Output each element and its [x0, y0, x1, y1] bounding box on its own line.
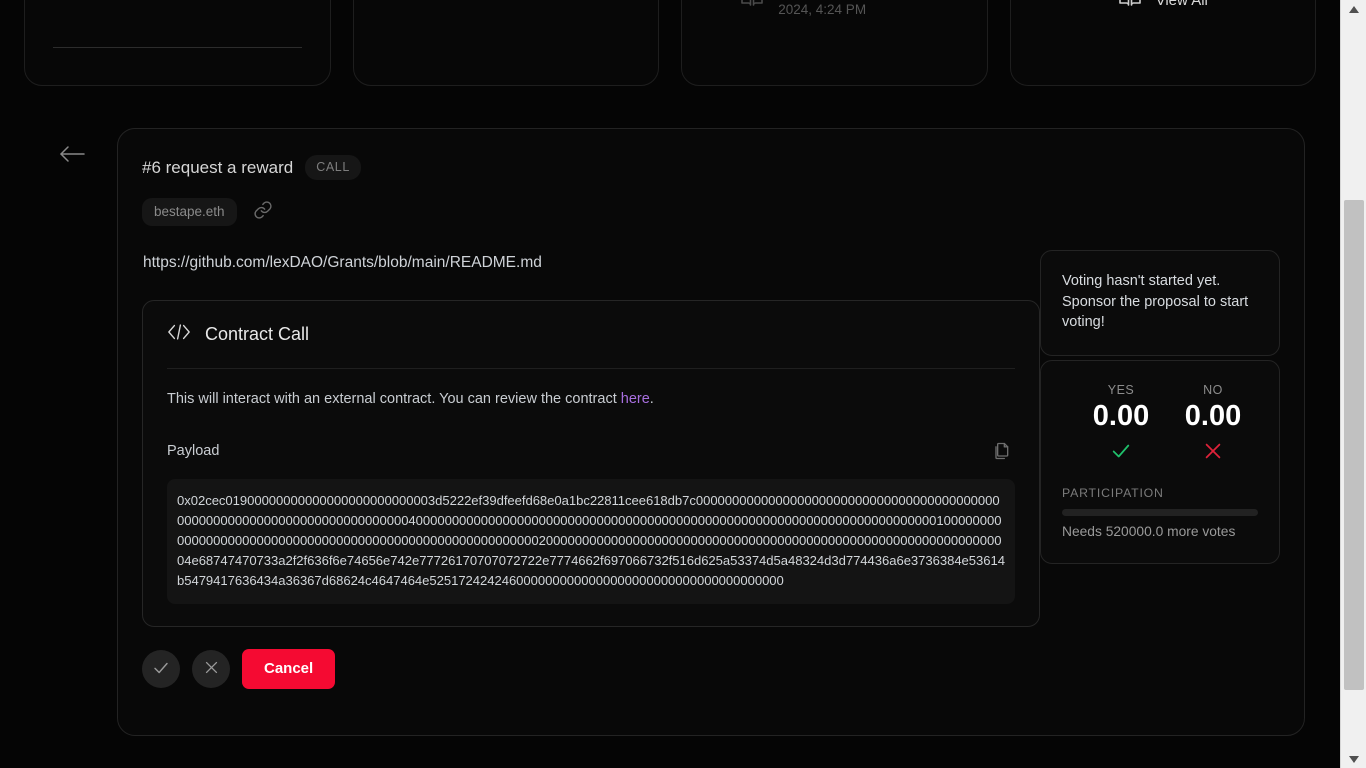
- book-icon: [1118, 0, 1142, 15]
- proposal-description-link[interactable]: https://github.com/lexDAO/Grants/blob/ma…: [143, 254, 1040, 272]
- yes-value: 0.00: [1092, 400, 1150, 432]
- scrollbar-thumb[interactable]: [1344, 200, 1364, 690]
- scrollbar-up-button[interactable]: [1341, 0, 1366, 18]
- last-updated-card[interactable]: Last updated May 10, 2024, 4:24 PM: [681, 0, 988, 86]
- view-all-label: View All: [1155, 0, 1208, 9]
- payload-value[interactable]: 0x02cec01900000000000000000000000003d522…: [167, 479, 1015, 605]
- needs-votes-text: Needs 520000.0 more votes: [1062, 524, 1236, 539]
- participation-label: PARTICIPATION: [1062, 486, 1164, 500]
- author-row: bestape.eth: [142, 198, 1280, 226]
- description-prefix: This will interact with an external cont…: [167, 391, 621, 407]
- page-title: #6 request a reward: [142, 157, 294, 177]
- contract-call-box: Contract Call This will interact with an…: [142, 300, 1040, 628]
- vote-tally: YES 0.00 NO 0.00: [1062, 383, 1258, 462]
- scroll-content: (EXGHitera) Last updated May 10, 2024, 4…: [0, 0, 1340, 768]
- summary-cards-row: (EXGHitera) Last updated May 10, 2024, 4…: [0, 0, 1340, 86]
- x-icon: [203, 659, 220, 679]
- yes-label: YES: [1107, 383, 1135, 397]
- status-badge: CALL: [305, 155, 361, 180]
- participation-progress: [1062, 509, 1258, 516]
- back-button[interactable]: [56, 140, 88, 172]
- app-root: (EXGHitera) Last updated May 10, 2024, 4…: [0, 0, 1366, 768]
- proposal-actions: Cancel: [142, 649, 1040, 690]
- author-chip[interactable]: bestape.eth: [142, 198, 237, 226]
- reject-button[interactable]: [192, 650, 230, 689]
- yes-column: YES 0.00: [1082, 383, 1160, 462]
- approve-button[interactable]: [142, 650, 180, 689]
- no-column: NO 0.00: [1174, 383, 1252, 462]
- arrow-left-icon: [59, 144, 85, 169]
- cancel-button[interactable]: Cancel: [242, 649, 336, 690]
- book-icon: [740, 0, 764, 15]
- view-all-card[interactable]: View All: [1009, 0, 1316, 86]
- contract-call-description: This will interact with an external cont…: [167, 391, 1015, 407]
- payload-label: Payload: [167, 443, 220, 459]
- contract-call-title: Contract Call: [205, 324, 310, 344]
- empty-card[interactable]: [352, 0, 659, 86]
- no-label: NO: [1203, 383, 1223, 397]
- proposal-header: #6 request a reward CALL: [142, 155, 1280, 180]
- description-suffix: .: [649, 391, 654, 407]
- divider: [53, 47, 302, 48]
- scrollbar[interactable]: [1340, 0, 1366, 768]
- copy-icon[interactable]: [987, 437, 1015, 465]
- scrollbar-down-button[interactable]: [1341, 750, 1366, 768]
- check-icon: [1082, 440, 1160, 462]
- contract-call-header: Contract Call: [167, 301, 1015, 369]
- treasury-card[interactable]: (EXGHitera): [24, 0, 331, 86]
- voting-notice-text: Voting hasn't started yet. Sponsor the p…: [1062, 273, 1249, 331]
- vote-tally-card: YES 0.00 NO 0.00 PARTICIPATION Needs 520…: [1040, 360, 1280, 564]
- x-icon: [1174, 440, 1252, 462]
- last-updated-text: Last updated May 10, 2024, 4:24 PM: [778, 2, 867, 17]
- review-contract-link[interactable]: here: [621, 391, 650, 407]
- voting-notice-card: Voting hasn't started yet. Sponsor the p…: [1040, 250, 1280, 356]
- check-icon: [152, 659, 170, 680]
- link-icon[interactable]: [253, 200, 273, 225]
- payload-row: Payload: [167, 437, 1015, 465]
- code-icon: [167, 323, 191, 347]
- no-value: 0.00: [1184, 400, 1242, 432]
